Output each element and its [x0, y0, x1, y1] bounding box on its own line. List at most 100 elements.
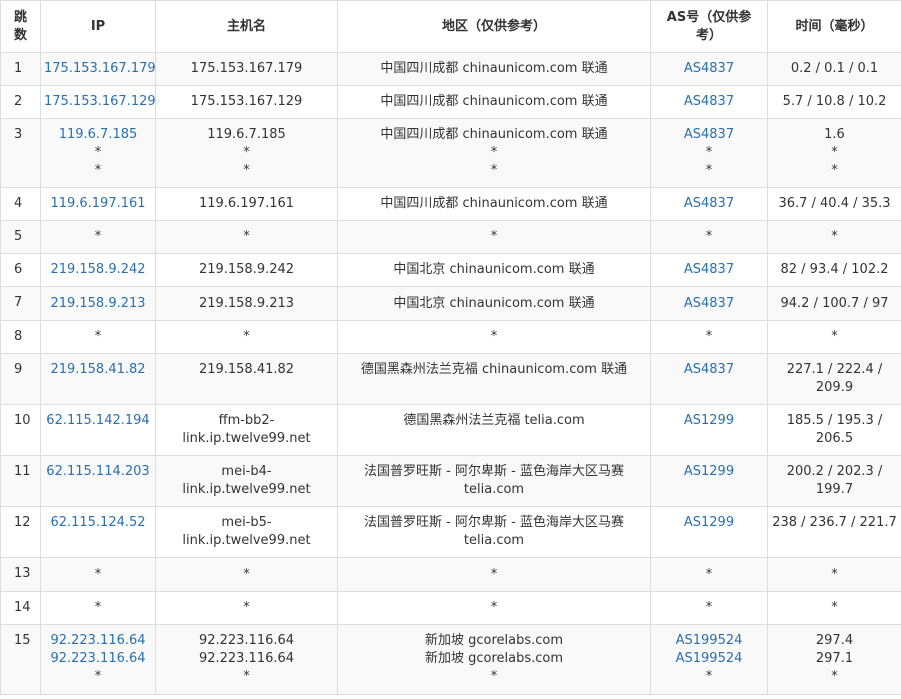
table-row: 13 * * * * *: [0, 557, 901, 592]
asn-cell: AS1299: [650, 455, 768, 507]
ip-cell: 175.153.167.179: [40, 52, 156, 86]
time-cell: 200.2 / 202.3 / 199.7: [767, 455, 901, 507]
time-cell: *: [767, 220, 901, 254]
hostname-cell: *: [155, 591, 338, 625]
ip-link[interactable]: 62.115.114.203: [44, 463, 152, 481]
asn-link[interactable]: AS1299: [654, 412, 764, 430]
time-value: 297.1: [815, 651, 854, 666]
hostname-cell: 175.153.167.179: [155, 52, 338, 86]
asn-link[interactable]: AS4837: [654, 295, 764, 313]
asn-link[interactable]: AS199524: [654, 650, 764, 668]
region-cell: 中国四川成都 chinaunicom.com 联通: [337, 52, 651, 86]
time-value: 238 / 236.7 / 221.7: [772, 515, 897, 530]
ip-link[interactable]: 175.153.167.179: [44, 60, 155, 78]
time-cell: 82 / 93.4 / 102.2: [767, 253, 901, 287]
region-cell: 中国四川成都 chinaunicom.com 联通: [337, 85, 651, 119]
asn-value: *: [705, 329, 713, 344]
hostname-value: *: [243, 600, 250, 615]
ip-link[interactable]: 119.6.197.161: [44, 195, 152, 213]
time-value: 185.5 / 195.3 / 206.5: [786, 413, 883, 446]
table-row: 1 175.153.167.179 175.153.167.179 中国四川成都 ch…: [0, 52, 901, 86]
hostname-value: mei-b4-link.ip.twelve99.net: [182, 464, 311, 497]
table-row: 11 62.115.114.203 mei-b4-link.ip.twelve99.…: [0, 455, 901, 507]
region-value: *: [490, 145, 498, 160]
hop-number: 1: [0, 52, 41, 86]
hostname-cell: *: [155, 557, 338, 592]
region-value: 中国北京 chinaunicom.com 联通: [393, 295, 595, 311]
ip-cell: 92.223.116.64 92.223.116.64 *: [40, 624, 156, 695]
table-row: 9 219.158.41.82 219.158.41.82 德国黑森州法兰克福 chi…: [0, 353, 901, 405]
region-value: 中国四川成都 chinaunicom.com 联通: [380, 94, 608, 109]
ip-value: *: [94, 229, 102, 244]
hostname-value: 219.158.9.213: [198, 295, 295, 311]
header-hostname: 主机名: [155, 0, 338, 53]
time-cell: *: [767, 557, 901, 592]
hostname-cell: 175.153.167.129: [155, 85, 338, 119]
asn-cell: *: [650, 557, 768, 592]
asn-value: *: [705, 566, 713, 582]
hostname-value: *: [243, 163, 250, 178]
hostname-value: 219.158.41.82: [198, 362, 295, 377]
asn-link[interactable]: AS4837: [654, 261, 764, 279]
asn-link[interactable]: AS4837: [654, 195, 764, 213]
region-value: 新加坡 gcorelabs.com: [424, 633, 564, 648]
ip-cell: 219.158.9.242: [40, 253, 156, 287]
ip-link[interactable]: 92.223.116.64: [44, 650, 152, 668]
table-row: 12 62.115.124.52 mei-b5-link.ip.twelve99.n…: [0, 506, 901, 558]
region-value: 中国四川成都 chinaunicom.com 联通: [380, 127, 608, 142]
hop-number: 7: [0, 286, 41, 321]
ip-link[interactable]: 119.6.7.185: [44, 126, 152, 144]
hostname-value: 119.6.197.161: [198, 196, 295, 211]
ip-cell: 62.115.142.194: [40, 404, 156, 456]
asn-link[interactable]: AS1299: [654, 463, 764, 481]
table-row: 5 * * * * *: [0, 220, 901, 254]
traceroute-table: 跳数 IP 主机名 地区（仅供参考） AS号（仅供参考） 时间（毫秒） 1 175…: [0, 0, 901, 695]
time-cell: *: [767, 591, 901, 625]
asn-link[interactable]: AS4837: [654, 60, 764, 78]
time-value: 0.2 / 0.1 / 0.1: [790, 61, 879, 76]
time-value: *: [831, 329, 838, 344]
region-value: *: [490, 566, 498, 582]
region-cell: *: [337, 557, 651, 592]
hostname-value: *: [243, 229, 250, 244]
hostname-value: *: [243, 329, 250, 344]
header-asn: AS号（仅供参考）: [650, 0, 768, 53]
ip-link[interactable]: 219.158.9.242: [44, 261, 152, 279]
time-value: *: [831, 600, 838, 615]
hop-number: 12: [0, 506, 41, 558]
asn-link[interactable]: AS199524: [654, 632, 764, 650]
asn-cell: AS4837: [650, 52, 768, 86]
asn-link[interactable]: AS1299: [654, 514, 764, 532]
asn-link[interactable]: AS4837: [654, 361, 764, 379]
table-row: 4 119.6.197.161 119.6.197.161 中国四川成都 chinau…: [0, 187, 901, 221]
time-cell: 1.6 * *: [767, 118, 901, 188]
hostname-cell: *: [155, 220, 338, 254]
ip-link[interactable]: 219.158.9.213: [44, 295, 152, 313]
ip-link[interactable]: 175.153.167.129: [44, 93, 155, 111]
asn-cell: AS4837: [650, 85, 768, 119]
hostname-value: *: [243, 145, 250, 160]
time-value: 200.2 / 202.3 / 199.7: [786, 464, 883, 497]
table-row: 3 119.6.7.185 * * 119.6.7.185 * * 中国四川成都 chinau…: [0, 118, 901, 188]
ip-link[interactable]: 62.115.142.194: [44, 412, 152, 430]
region-cell: 中国四川成都 chinaunicom.com 联通 * *: [337, 118, 651, 188]
asn-link[interactable]: AS4837: [654, 93, 764, 111]
hop-number: 3: [0, 118, 41, 188]
asn-link[interactable]: AS4837: [654, 126, 764, 144]
ip-link[interactable]: 92.223.116.64: [44, 632, 152, 650]
time-value: *: [831, 229, 838, 244]
region-cell: 新加坡 gcorelabs.com 新加坡 gcorelabs.com *: [337, 624, 651, 695]
region-value: 中国四川成都 chinaunicom.com 联通: [380, 61, 608, 76]
ip-link[interactable]: 62.115.124.52: [44, 514, 152, 532]
asn-cell: AS1299: [650, 506, 768, 558]
region-cell: 德国黑森州法兰克福 telia.com: [337, 404, 651, 456]
time-value: *: [831, 566, 838, 582]
asn-value: *: [705, 145, 713, 160]
ip-link[interactable]: 219.158.41.82: [44, 361, 152, 379]
time-cell: 94.2 / 100.7 / 97: [767, 286, 901, 321]
region-value: 德国黑森州法兰克福 chinaunicom.com 联通: [360, 362, 628, 377]
region-value: *: [490, 329, 498, 344]
time-cell: 185.5 / 195.3 / 206.5: [767, 404, 901, 456]
asn-cell: *: [650, 320, 768, 354]
hostname-cell: 219.158.9.242: [155, 253, 338, 287]
